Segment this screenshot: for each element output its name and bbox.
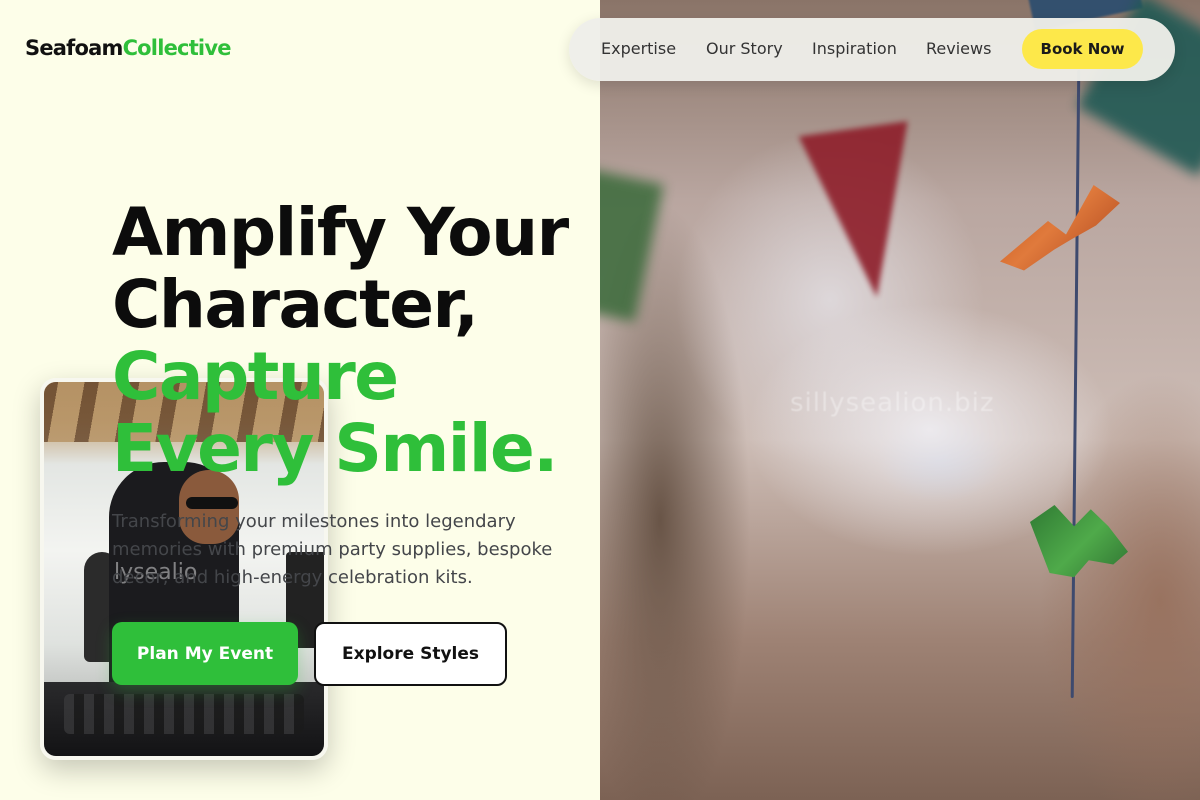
book-now-button[interactable]: Book Now [1022, 29, 1143, 69]
explore-styles-button[interactable]: Explore Styles [314, 622, 507, 686]
nav-link-inspiration[interactable]: Inspiration [812, 39, 897, 58]
headline-line: Amplify Your [112, 194, 569, 271]
bunting-string [1070, 70, 1081, 698]
paper-bow [1000, 185, 1120, 271]
headline-line: Character, [112, 266, 479, 343]
bunting-flag [600, 168, 664, 322]
nav-link-reviews[interactable]: Reviews [926, 39, 991, 58]
logo-text-primary: Seafoam [25, 36, 123, 60]
image-watermark: sillysealion.biz [790, 388, 995, 418]
hero-subcopy: Transforming your milestones into legend… [112, 511, 553, 588]
logo-text-accent: Collective [122, 36, 232, 60]
main-nav: Expertise Our Story Inspiration Reviews … [569, 18, 1175, 81]
headline-line-accent: Capture [112, 338, 399, 415]
headline-line-accent: Every Smile. [112, 410, 558, 487]
brand-logo[interactable]: SeafoamCollective [25, 36, 231, 60]
bunting-flag [798, 121, 932, 305]
hero-headline: Amplify Your Character, Capture Every Sm… [112, 194, 569, 487]
nav-link-our-story[interactable]: Our Story [706, 39, 783, 58]
nav-link-expertise[interactable]: Expertise [601, 39, 676, 58]
hero-background-photo: sillysealion.biz [600, 0, 1200, 800]
paper-bow [1030, 505, 1128, 578]
plan-my-event-button[interactable]: Plan My Event [112, 622, 298, 685]
